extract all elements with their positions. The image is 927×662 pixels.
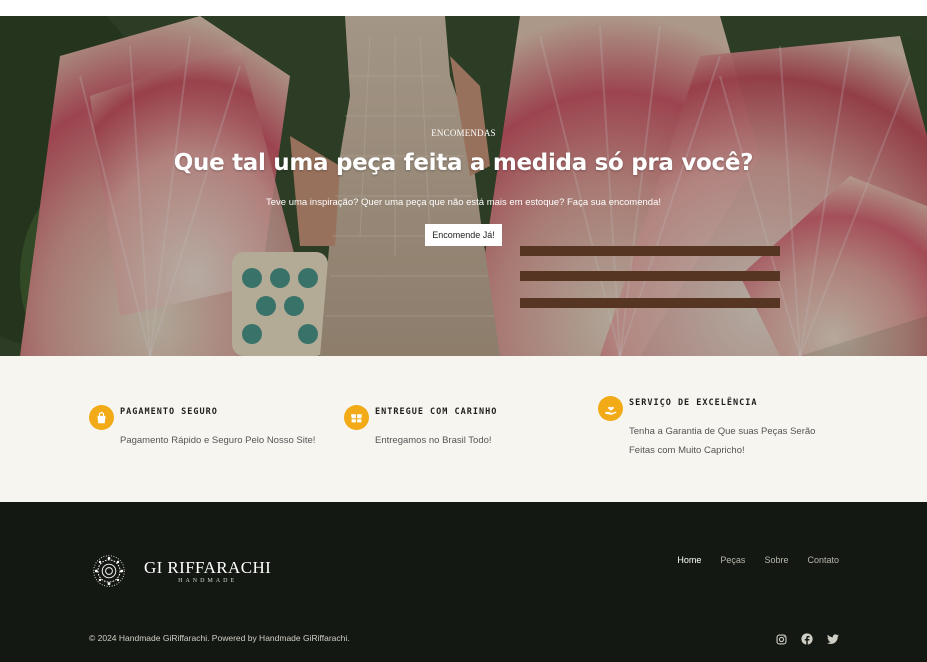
nav-link-home[interactable]: Home [677,555,701,565]
feature-text: Tenha a Garantia de Que suas Peças Serão… [629,426,816,456]
brand-logo[interactable]: GI RIFFARACHI HANDMADE [92,554,271,588]
feature-title: PAGAMENTO SEGURO [120,407,218,417]
gift-box-icon [344,405,369,430]
facebook-icon[interactable] [801,633,813,645]
page: ENCOMENDAS Que tal uma peça feita a medi… [0,0,927,662]
hand-heart-icon [598,396,623,421]
footer-nav: Home Peças Sobre Contato [658,555,839,565]
hero-content: ENCOMENDAS Que tal uma peça feita a medi… [0,16,927,356]
logo-tagline: HANDMADE [178,577,238,584]
twitter-icon[interactable] [827,633,839,645]
social-links [775,633,839,645]
copyright-text: © 2024 Handmade GiRiffarachi. Powered by… [89,633,350,643]
hero-eyebrow: ENCOMENDAS [431,128,496,138]
features-section: PAGAMENTO SEGURO Pagamento Rápido e Segu… [0,356,927,502]
instagram-icon[interactable] [775,633,787,645]
nav-link-sobre[interactable]: Sobre [764,555,788,565]
site-footer: GI RIFFARACHI HANDMADE Home Peças Sobre … [0,502,927,662]
shopping-bag-icon [89,405,114,430]
mandala-logo-icon [93,555,125,587]
nav-link-contato[interactable]: Contato [807,555,839,565]
logo-name: GI RIFFARACHI [144,557,272,577]
feature-text: Pagamento Rápido e Seguro Pelo Nosso Sit… [120,435,316,446]
hero-banner: ENCOMENDAS Que tal uma peça feita a medi… [0,16,927,356]
nav-link-pecas[interactable]: Peças [720,555,745,565]
feature-text: Entregamos no Brasil Todo! [375,435,492,446]
feature-title: SERVIÇO DE EXCELÊNCIA [629,398,758,408]
hero-subtitle: Teve uma inspiração? Quer uma peça que n… [265,197,661,208]
order-now-button[interactable]: Encomende Já! [425,224,502,246]
hero-title: Que tal uma peça feita a medida só pra v… [173,150,754,176]
feature-title: ENTREGUE COM CARINHO [375,407,498,417]
